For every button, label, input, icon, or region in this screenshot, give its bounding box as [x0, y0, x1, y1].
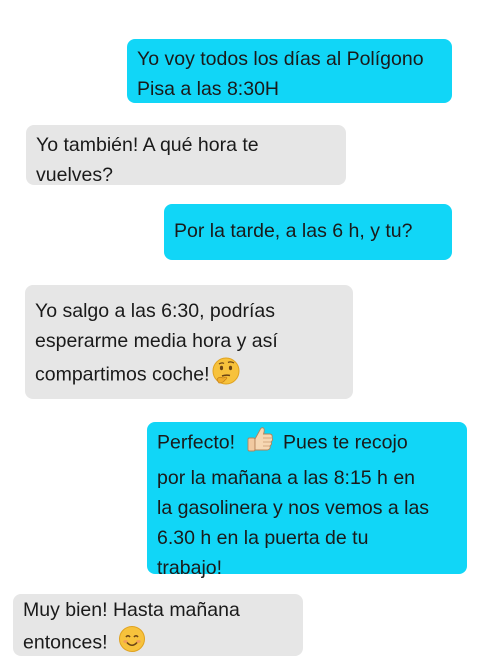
- message-text: Perfecto!: [157, 431, 236, 454]
- message-text-with-emoji: entonces!: [23, 625, 293, 662]
- message-text: Pues te recojo: [283, 431, 408, 454]
- message-text: entonces!: [23, 631, 108, 654]
- chat-bubble-sent: Perfecto! Pues te recojo por la mañana a …: [147, 422, 467, 579]
- message-text: la gasolinera y nos vemos a las: [157, 497, 430, 519]
- message-text-with-emoji: Perfecto! Pues te recojo: [157, 424, 457, 463]
- chat-bubble-received: Yo salgo a las 6:30, podrías esperarme m…: [25, 285, 353, 399]
- message-text: 6.30 h en la puerta de tu: [157, 527, 369, 549]
- message-text-with-emoji: compartimos coche!: [35, 356, 343, 395]
- message-text: esperarme media hora y así: [35, 330, 278, 352]
- message-text: Por la tarde, a las 6 h, y tu?: [174, 220, 413, 242]
- message-text: Muy bien! Hasta mañana: [23, 599, 240, 621]
- thumbs-up-icon: [245, 424, 275, 463]
- chat-bubble-sent: Yo voy todos los días al Polígono Pisa a…: [127, 39, 452, 103]
- chat-bubble-received: Yo también! A qué hora te vuelves?: [26, 125, 346, 186]
- message-text: vuelves?: [36, 164, 113, 186]
- smiling-face-icon: [118, 625, 146, 662]
- chat-bubble-received: Muy bien! Hasta mañana entonces!: [13, 594, 303, 656]
- message-text: por la mañana a las 8:15 h en: [157, 467, 416, 489]
- thinking-face-icon: [211, 356, 241, 395]
- message-text: Yo salgo a las 6:30, podrías: [35, 300, 275, 322]
- message-text: compartimos coche!: [35, 363, 210, 386]
- chat-bubble-sent: Por la tarde, a las 6 h, y tu?: [164, 204, 452, 260]
- message-text: Pisa a las 8:30H: [137, 78, 279, 100]
- message-text: Yo también! A qué hora te: [36, 134, 259, 156]
- message-text: trabajo!: [157, 557, 223, 579]
- message-text: Yo voy todos los días al Polígono: [137, 48, 424, 70]
